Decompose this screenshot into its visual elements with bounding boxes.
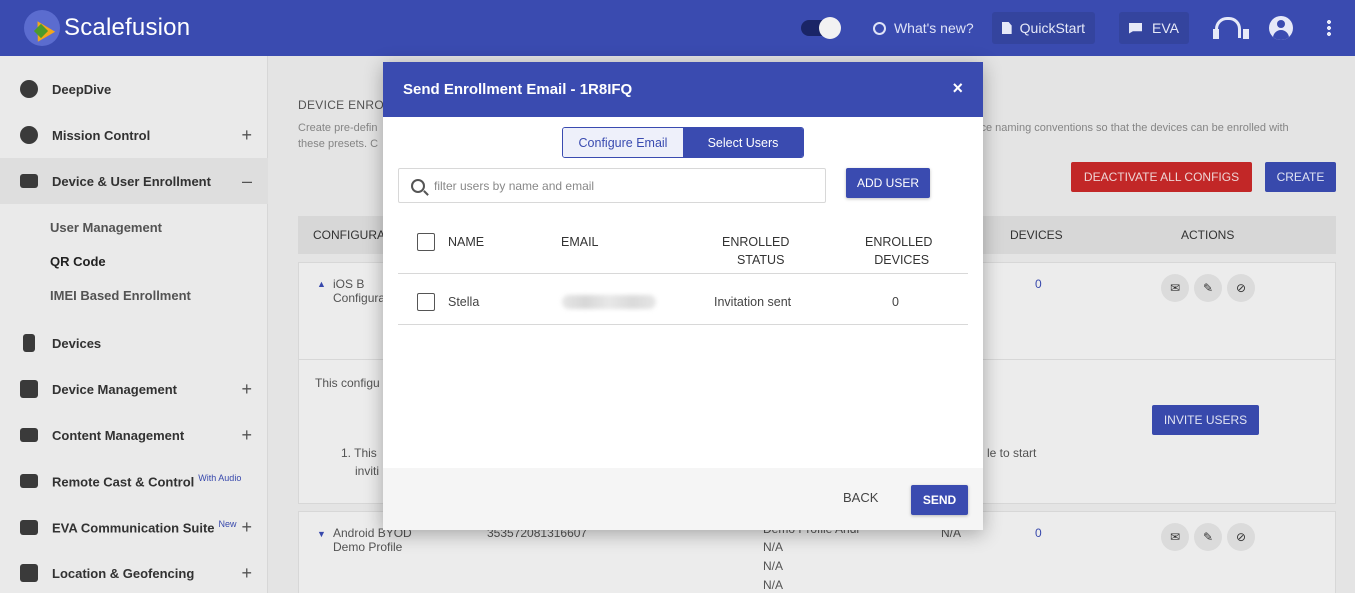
- user-enrolled-status: Invitation sent: [714, 295, 792, 309]
- account-icon[interactable]: [1269, 16, 1293, 40]
- col-enrolled-status: ENROLLED STATUS: [722, 233, 789, 269]
- send-enrollment-email-dialog: Send Enrollment Email - 1R8IFQ × Configu…: [383, 62, 983, 530]
- close-icon[interactable]: ×: [952, 78, 963, 99]
- col-enrolled-devices: ENROLLED DEVICES: [865, 233, 932, 269]
- col-email: EMAIL: [561, 235, 599, 249]
- user-enrolled-devices: 0: [892, 295, 899, 309]
- table-row[interactable]: Stella Invitation sent 0: [398, 275, 968, 325]
- scalefusion-logo-icon: [24, 10, 60, 46]
- col-name: NAME: [448, 235, 485, 249]
- col-enrolled-devices-line1: ENROLLED: [865, 235, 933, 249]
- email-tabs: Configure Email Select Users: [562, 127, 804, 158]
- support-headset-icon[interactable]: [1213, 17, 1249, 39]
- back-button[interactable]: BACK: [843, 490, 878, 505]
- col-enrolled-devices-line2: DEVICES: [874, 253, 930, 267]
- users-table-header: NAME EMAIL ENROLLED STATUS ENROLLED DEVICE…: [398, 219, 968, 274]
- user-name: Stella: [448, 295, 480, 309]
- col-enrolled-status-line2: STATUS: [736, 253, 785, 267]
- search-icon: [411, 178, 425, 193]
- document-icon: [1001, 22, 1012, 34]
- quickstart-button[interactable]: QuickStart: [991, 12, 1096, 44]
- app-logo[interactable]: Scalefusion: [24, 10, 190, 46]
- whats-new-label: What's new?: [893, 20, 974, 36]
- user-email-redacted: [562, 295, 656, 309]
- dialog-title: Send Enrollment Email - 1R8IFQ: [403, 81, 633, 98]
- top-bar: Scalefusion What's new? QuickStart EVA: [0, 0, 1355, 56]
- dialog-header: Send Enrollment Email - 1R8IFQ ×: [383, 62, 983, 117]
- tab-select-users[interactable]: Select Users: [683, 128, 803, 157]
- chat-icon: [1129, 22, 1143, 34]
- select-all-checkbox[interactable]: [417, 233, 435, 251]
- row-checkbox[interactable]: [417, 293, 435, 311]
- user-filter-input[interactable]: [434, 178, 814, 193]
- clock-icon: [872, 21, 886, 35]
- dialog-footer: BACK SEND: [383, 468, 983, 530]
- add-user-button[interactable]: ADD USER: [846, 168, 930, 198]
- app-name: Scalefusion: [64, 14, 191, 41]
- tab-configure-email[interactable]: Configure Email: [563, 128, 683, 157]
- more-options-icon[interactable]: [1327, 19, 1331, 37]
- whats-new-link[interactable]: What's new?: [872, 20, 974, 36]
- quickstart-label: QuickStart: [1019, 20, 1086, 36]
- user-filter-search: [398, 168, 826, 203]
- send-button[interactable]: SEND: [911, 485, 968, 515]
- eva-label: EVA: [1152, 20, 1179, 36]
- theme-toggle[interactable]: [800, 17, 841, 39]
- eva-button[interactable]: EVA: [1119, 12, 1189, 44]
- col-enrolled-status-line1: ENROLLED: [722, 235, 790, 249]
